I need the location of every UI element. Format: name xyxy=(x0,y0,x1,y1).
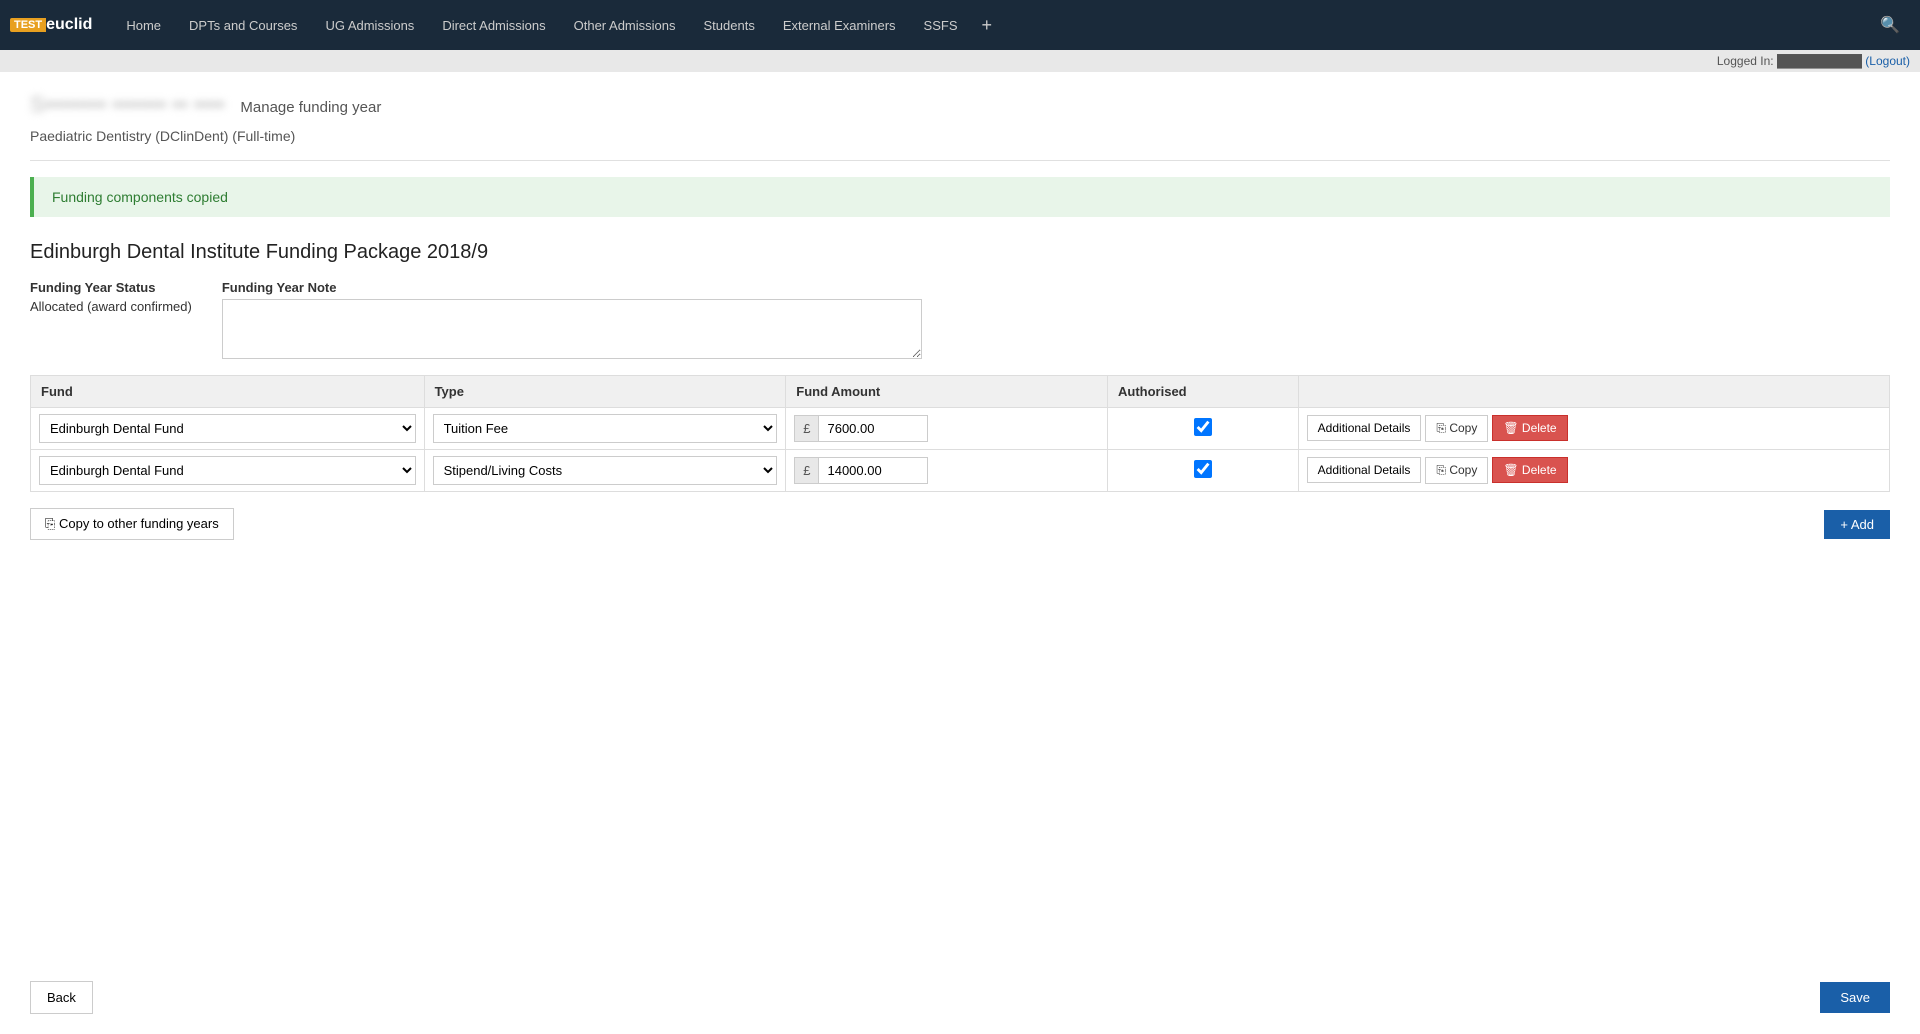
delete-icon: 🗑 xyxy=(1503,463,1522,477)
nav-direct[interactable]: Direct Admissions xyxy=(428,0,559,50)
search-button[interactable]: 🔍 xyxy=(1870,15,1910,35)
save-button[interactable]: Save xyxy=(1820,982,1890,1013)
table-header-row: Fund Type Fund Amount Authorised xyxy=(31,376,1890,408)
authorised-cell-0 xyxy=(1108,408,1299,450)
authorised-checkbox-0[interactable] xyxy=(1194,418,1212,436)
logo-test: TEST xyxy=(10,18,46,32)
nav-plus[interactable]: + xyxy=(972,0,1003,50)
nav-links: Home DPTs and Courses UG Admissions Dire… xyxy=(112,0,1870,50)
col-authorised: Authorised xyxy=(1108,376,1299,408)
copy-to-other-years-button[interactable]: ⎘ Copy to other funding years xyxy=(30,508,234,540)
divider xyxy=(30,160,1890,161)
col-fund: Fund xyxy=(31,376,425,408)
page-header: S•••••••• ••••••• •• •••• Manage funding… xyxy=(30,92,1890,122)
authorised-cell-1 xyxy=(1108,450,1299,492)
type-cell-1: Stipend/Living Costs xyxy=(424,450,786,492)
col-amount: Fund Amount xyxy=(786,376,1108,408)
nav-home[interactable]: Home xyxy=(112,0,175,50)
funding-year-form: Funding Year Status Allocated (award con… xyxy=(30,280,1890,359)
manage-funding-year: Manage funding year xyxy=(240,99,381,116)
logo-euclid: euclid xyxy=(46,16,92,34)
logged-in-user: ██████████ xyxy=(1777,54,1865,68)
subtitle: Paediatric Dentistry (DClinDent) (Full-t… xyxy=(30,128,1890,144)
nav-students[interactable]: Students xyxy=(690,0,769,50)
type-select-0[interactable]: Tuition Fee xyxy=(433,414,778,443)
fund-table: Fund Type Fund Amount Authorised Edinbur… xyxy=(30,375,1890,492)
status-group: Funding Year Status Allocated (award con… xyxy=(30,280,192,359)
back-button[interactable]: Back xyxy=(30,981,93,1014)
logged-in-bar: Logged In: ██████████ (Logout) xyxy=(0,50,1920,72)
nav-examiners[interactable]: External Examiners xyxy=(769,0,910,50)
amount-cell-0: £ xyxy=(786,408,1108,450)
status-value: Allocated (award confirmed) xyxy=(30,299,192,314)
table-row: Edinburgh Dental Fund Tuition Fee £ Additio… xyxy=(31,408,1890,450)
success-banner: Funding components copied xyxy=(30,177,1890,217)
copy-to-other-years-label: Copy to other funding years xyxy=(59,516,219,531)
funding-year-note[interactable] xyxy=(222,299,922,359)
fund-select-1[interactable]: Edinburgh Dental Fund xyxy=(39,456,416,485)
page-title-blurred: S•••••••• ••••••• •• •••• xyxy=(30,92,225,118)
nav-ug[interactable]: UG Admissions xyxy=(311,0,428,50)
pound-sign-1: £ xyxy=(794,457,818,484)
type-cell-0: Tuition Fee xyxy=(424,408,786,450)
copy-icon: ⎘ xyxy=(1436,421,1449,435)
nav-dpts[interactable]: DPTs and Courses xyxy=(175,0,311,50)
copy-button-1[interactable]: ⎘ Copy xyxy=(1425,457,1488,484)
logout-link[interactable]: (Logout) xyxy=(1865,54,1910,68)
navbar: TEST euclid Home DPTs and Courses UG Adm… xyxy=(0,0,1920,50)
fund-select-0[interactable]: Edinburgh Dental Fund xyxy=(39,414,416,443)
table-row: Edinburgh Dental Fund Stipend/Living Cost… xyxy=(31,450,1890,492)
fund-cell-1: Edinburgh Dental Fund xyxy=(31,450,425,492)
delete-button-0[interactable]: 🗑 Delete xyxy=(1492,415,1567,441)
fund-cell-0: Edinburgh Dental Fund xyxy=(31,408,425,450)
logo: TEST euclid xyxy=(10,16,92,34)
pound-sign-0: £ xyxy=(794,415,818,442)
page-content: S•••••••• ••••••• •• •••• Manage funding… xyxy=(0,72,1920,961)
page-bottom: Back Save xyxy=(0,961,1920,1034)
copy-icon: ⎘ xyxy=(1436,463,1449,477)
authorised-checkbox-1[interactable] xyxy=(1194,460,1212,478)
actions-cell-0: Additional Details⎘ Copy🗑 Delete xyxy=(1298,408,1889,450)
actions-cell-1: Additional Details⎘ Copy🗑 Delete xyxy=(1298,450,1889,492)
success-text: Funding components copied xyxy=(52,189,228,205)
amount-input-1[interactable] xyxy=(818,457,928,484)
nav-other[interactable]: Other Admissions xyxy=(560,0,690,50)
add-button[interactable]: + Add xyxy=(1824,510,1890,539)
delete-button-1[interactable]: 🗑 Delete xyxy=(1492,457,1567,483)
col-actions xyxy=(1298,376,1889,408)
note-group: Funding Year Note xyxy=(222,280,922,359)
status-label: Funding Year Status xyxy=(30,280,192,295)
amount-cell-1: £ xyxy=(786,450,1108,492)
nav-ssfs[interactable]: SSFS xyxy=(910,0,972,50)
col-type: Type xyxy=(424,376,786,408)
type-select-1[interactable]: Stipend/Living Costs xyxy=(433,456,778,485)
logged-in-label: Logged In: xyxy=(1717,54,1774,68)
copy-icon: ⎘ xyxy=(45,516,59,531)
section-title: Edinburgh Dental Institute Funding Packa… xyxy=(30,241,1890,264)
amount-input-0[interactable] xyxy=(818,415,928,442)
note-label: Funding Year Note xyxy=(222,280,922,295)
additional-details-button-1[interactable]: Additional Details xyxy=(1307,457,1422,483)
copy-button-0[interactable]: ⎘ Copy xyxy=(1425,415,1488,442)
additional-details-button-0[interactable]: Additional Details xyxy=(1307,415,1422,441)
delete-icon: 🗑 xyxy=(1503,421,1522,435)
action-row: ⎘ Copy to other funding years + Add xyxy=(30,508,1890,540)
